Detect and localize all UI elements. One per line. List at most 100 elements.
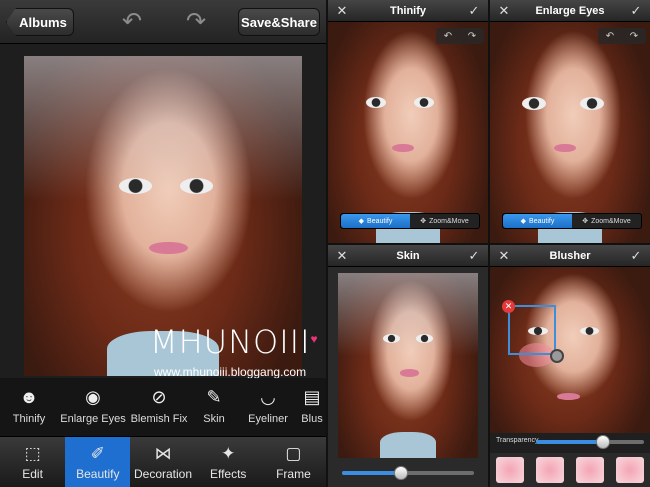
move-icon: ✥ — [420, 218, 427, 225]
skin-icon: ✎ — [206, 386, 222, 407]
save-share-button[interactable]: Save&Share — [238, 8, 320, 36]
seg-beautify[interactable]: ◆ Beautify — [341, 214, 410, 228]
tab-label: Beautify — [76, 466, 120, 481]
panel-enlarge-eyes: ✕ Enlarge Eyes ✓ ↶ ↷ ◆ Beautify ✥ Zoom&Move — [490, 0, 650, 243]
bow-icon: ⋈ — [154, 443, 172, 463]
mode-toggle: ◆ Beautify ✥ Zoom&Move — [340, 213, 480, 229]
redo-icon[interactable]: ↷ — [630, 31, 638, 42]
beautify-icon: ✐ — [90, 443, 105, 463]
seg-label: Zoom&Move — [429, 217, 469, 225]
eraser-icon: ◆ — [520, 218, 527, 225]
redo-icon[interactable]: ↷ — [468, 31, 476, 42]
top-toolbar: Albums ↶ ↷ Save&Share — [0, 0, 326, 44]
blush-swatch[interactable] — [536, 457, 564, 483]
tool-blemish-fix[interactable]: ⊘ Blemish Fix — [128, 378, 190, 436]
skin-slider[interactable] — [342, 466, 474, 480]
watermark: MHUNOIII♥ www.mhunoiii.bloggang.com — [150, 326, 319, 379]
move-icon: ✥ — [582, 218, 589, 225]
tool-blusher[interactable]: ▤ Blus — [298, 378, 326, 436]
mini-undo-redo[interactable]: ↶ ↷ — [598, 28, 646, 44]
tool-enlarge-eyes[interactable]: ◉ Enlarge Eyes — [58, 378, 128, 436]
check-icon[interactable]: ✓ — [628, 248, 644, 264]
check-icon[interactable]: ✓ — [466, 248, 482, 264]
tab-beautify[interactable]: ✐ Beautify — [65, 437, 131, 487]
panel-skin: ✕ Skin ✓ — [328, 245, 488, 487]
tab-label: Frame — [276, 466, 311, 481]
blush-swatches — [490, 453, 650, 487]
bottom-tab-bar: ⬚ Edit ✐ Beautify ⋈ Decoration ✦ Effects… — [0, 436, 326, 487]
transparency-slider[interactable] — [536, 435, 644, 449]
transparency-label: Transparency — [496, 437, 539, 444]
eyeliner-icon: ◡ — [260, 386, 276, 407]
frame-icon: ▢ — [285, 443, 302, 463]
panel-title: Thinify — [389, 4, 427, 17]
albums-button[interactable]: Albums — [6, 8, 74, 36]
thinify-photo[interactable] — [328, 22, 488, 243]
panel-title: Enlarge Eyes — [535, 4, 605, 17]
tab-decoration[interactable]: ⋈ Decoration — [130, 437, 195, 487]
close-icon[interactable]: ✕ — [496, 248, 512, 264]
main-editor: Albums ↶ ↷ Save&Share MHUNOIII♥ www.mhun… — [0, 0, 326, 487]
tool-label: Blus — [301, 413, 323, 425]
seg-beautify[interactable]: ◆ Beautify — [503, 214, 572, 228]
tab-label: Decoration — [133, 466, 193, 481]
seg-label: Beautify — [529, 217, 555, 225]
blush-swatch[interactable] — [576, 457, 604, 483]
blush-selection-box[interactable] — [508, 305, 556, 355]
tool-eyeliner[interactable]: ◡ Eyeliner — [238, 378, 298, 436]
check-icon[interactable]: ✓ — [628, 3, 644, 19]
tool-label: Enlarge Eyes — [60, 413, 126, 425]
mini-undo-redo[interactable]: ↶ ↷ — [436, 28, 484, 44]
tool-label: Blemish Fix — [130, 413, 188, 425]
tab-edit[interactable]: ⬚ Edit — [0, 437, 65, 487]
blush-swatch[interactable] — [496, 457, 524, 483]
rotate-handle-icon[interactable] — [550, 349, 564, 363]
watermark-logo: MHUNOIII — [150, 323, 311, 361]
beautify-tools: ☻ Thinify ◉ Enlarge Eyes ⊘ Blemish Fix ✎… — [0, 378, 326, 436]
tool-label: Eyeliner — [248, 413, 288, 425]
delete-icon[interactable]: ✕ — [502, 300, 515, 313]
check-icon[interactable]: ✓ — [466, 3, 482, 19]
eye-icon: ◉ — [85, 386, 101, 407]
panel-thinify: ✕ Thinify ✓ ↶ ↷ ◆ Beautify ✥ Zoom&Move — [328, 0, 488, 243]
seg-zoom-move[interactable]: ✥ Zoom&Move — [410, 214, 479, 228]
slider-knob[interactable] — [596, 435, 610, 449]
sparkle-icon: ✦ — [221, 443, 236, 463]
enlarge-eyes-photo[interactable] — [490, 22, 650, 243]
blemish-icon: ⊘ — [151, 386, 167, 407]
tab-label: Edit — [22, 466, 43, 481]
eraser-icon: ◆ — [358, 218, 365, 225]
undo-icon[interactable]: ↶ — [444, 31, 452, 42]
close-icon[interactable]: ✕ — [334, 248, 350, 264]
undo-icon[interactable]: ↶ — [118, 10, 146, 34]
blush-swatch[interactable] — [616, 457, 644, 483]
tool-label: Thinify — [12, 413, 46, 425]
redo-icon[interactable]: ↷ — [182, 10, 210, 34]
panel-title: Blusher — [549, 249, 591, 262]
skin-photo[interactable] — [338, 273, 478, 458]
watermark-url: www.mhunoiii.bloggang.com — [154, 365, 307, 379]
tab-label: Effects — [209, 466, 247, 481]
panel-header: ✕ Blusher ✓ — [490, 245, 650, 267]
panel-blusher: ✕ Blusher ✓ ✕ Transparency — [490, 245, 650, 487]
tab-frame[interactable]: ▢ Frame — [261, 437, 326, 487]
seg-zoom-move[interactable]: ✥ Zoom&Move — [572, 214, 641, 228]
panel-header: ✕ Enlarge Eyes ✓ — [490, 0, 650, 22]
seg-label: Zoom&Move — [591, 217, 631, 225]
slider-knob[interactable] — [394, 466, 408, 480]
panel-title: Skin — [396, 249, 420, 262]
tool-thinify[interactable]: ☻ Thinify — [0, 378, 58, 436]
blusher-icon: ▤ — [303, 386, 321, 407]
tool-skin[interactable]: ✎ Skin — [190, 378, 238, 436]
close-icon[interactable]: ✕ — [334, 3, 350, 19]
close-icon[interactable]: ✕ — [496, 3, 512, 19]
panel-header: ✕ Thinify ✓ — [328, 0, 488, 22]
heart-icon: ♥ — [310, 332, 319, 346]
edit-icon: ⬚ — [24, 443, 41, 463]
undo-icon[interactable]: ↶ — [606, 31, 614, 42]
tab-effects[interactable]: ✦ Effects — [196, 437, 261, 487]
mode-toggle: ◆ Beautify ✥ Zoom&Move — [502, 213, 642, 229]
panel-header: ✕ Skin ✓ — [328, 245, 488, 267]
tool-label: Skin — [203, 413, 225, 425]
face-icon: ☻ — [19, 386, 39, 407]
